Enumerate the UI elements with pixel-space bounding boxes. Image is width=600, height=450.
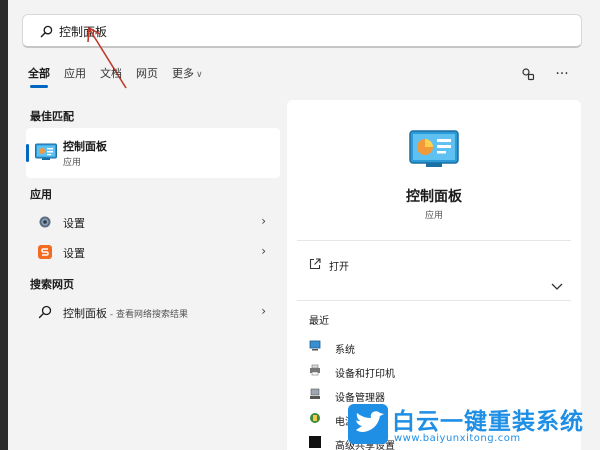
- chevron-right-icon[interactable]: ›: [261, 244, 266, 258]
- web-search-suffix: - 查看网络搜索结果: [107, 310, 188, 320]
- device-manager-icon: [310, 388, 320, 399]
- detail-panel: 控制面板 应用 打开 最近 系统 设备和打印机 设备管理器 电源 高级共享设置: [287, 100, 581, 450]
- recent-item-device-manager[interactable]: 设备管理器: [297, 384, 517, 406]
- control-panel-icon: [35, 143, 57, 160]
- recent-item-label: 设备管理器: [335, 393, 385, 404]
- connect-glyph: [522, 68, 535, 81]
- divider: [297, 300, 571, 301]
- best-match-header: 最佳匹配: [30, 110, 74, 123]
- search-input[interactable]: [59, 21, 559, 41]
- gear-icon: [39, 216, 51, 228]
- web-search-label: 控制面板 - 查看网络搜索结果: [63, 305, 188, 321]
- best-match-item[interactable]: 控制面板 应用: [26, 128, 280, 178]
- recent-item-sharing[interactable]: 高级共享设置: [297, 432, 517, 450]
- divider: [297, 240, 571, 241]
- chevron-down-icon: ∨: [196, 70, 203, 80]
- printer-icon: [310, 364, 320, 376]
- best-match-subtitle: 应用: [63, 158, 82, 168]
- web-search-item[interactable]: 控制面板 - 查看网络搜索结果 ›: [26, 298, 280, 326]
- chevron-down-icon[interactable]: [549, 280, 565, 294]
- open-external-icon: [309, 258, 321, 270]
- recent-item-label: 设备和打印机: [335, 369, 395, 380]
- power-icon: [310, 413, 320, 423]
- sogou-s-icon: [38, 245, 52, 259]
- tab-web[interactable]: 网页: [136, 64, 158, 86]
- top-right-toolbar: ···: [506, 64, 574, 84]
- search-icon: [40, 25, 53, 38]
- filter-tabs: 全部 应用 文档 网页 更多 ∨: [28, 64, 217, 88]
- recent-header: 最近: [309, 316, 329, 327]
- tab-more-label: 更多: [172, 67, 194, 80]
- tab-more[interactable]: 更多 ∨: [172, 64, 203, 86]
- apps-header: 应用: [30, 188, 52, 201]
- detail-title: 控制面板: [406, 189, 462, 205]
- chevron-right-icon[interactable]: ›: [261, 304, 266, 318]
- sharing-icon: [309, 436, 321, 448]
- desktop-edge: [0, 0, 8, 450]
- detail-subtitle: 应用: [424, 211, 443, 221]
- web-search-header: 搜索网页: [30, 278, 74, 291]
- search-window: 全部 应用 文档 网页 更多∨ ··· 最佳匹配 控制面板 应用: [0, 0, 600, 450]
- system-icon: [309, 340, 321, 351]
- recent-item-power[interactable]: 电源: [297, 408, 517, 430]
- tab-documents[interactable]: 文档: [100, 64, 122, 86]
- search-box[interactable]: [22, 14, 582, 48]
- search-icon: [38, 305, 52, 319]
- web-search-query: 控制面板: [63, 307, 107, 320]
- recent-item-label: 系统: [335, 345, 355, 356]
- chevron-right-icon[interactable]: ›: [261, 214, 266, 228]
- app-item-label: 设置: [63, 247, 85, 260]
- best-match-title: 控制面板: [63, 140, 107, 153]
- control-panel-icon: [409, 130, 459, 167]
- recent-item-printers[interactable]: 设备和打印机: [297, 360, 517, 382]
- recent-item-system[interactable]: 系统: [297, 336, 517, 358]
- more-ellipsis-icon[interactable]: ···: [550, 64, 574, 84]
- recent-item-label: 高级共享设置: [335, 441, 395, 450]
- app-item-settings[interactable]: 设置 ›: [26, 208, 280, 236]
- connect-icon[interactable]: [516, 64, 540, 84]
- tab-apps[interactable]: 应用: [64, 64, 86, 86]
- app-item-label: 设置: [63, 217, 85, 230]
- app-item-settings-2[interactable]: 设置 ›: [26, 238, 280, 266]
- open-label: 打开: [329, 262, 349, 273]
- tab-all[interactable]: 全部: [28, 64, 50, 88]
- open-action[interactable]: 打开: [297, 252, 571, 278]
- recent-item-label: 电源: [335, 417, 355, 428]
